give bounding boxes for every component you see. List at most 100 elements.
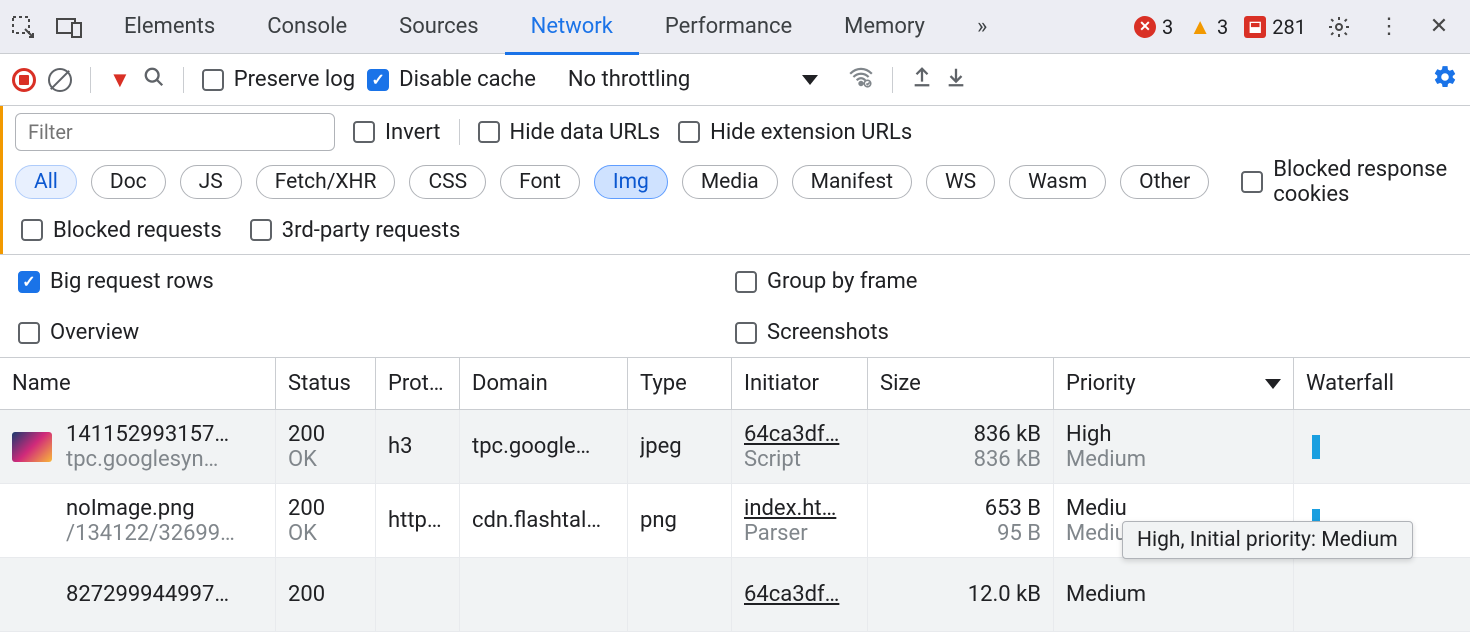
filter-options-row: Blocked requests 3rd-party requests <box>0 206 1470 254</box>
screenshots-checkbox[interactable]: Screenshots <box>735 320 889 345</box>
blocked-requests-checkbox[interactable]: Blocked requests <box>21 218 222 243</box>
cell-initiator: index.ht…Parser <box>732 484 868 557</box>
separator <box>892 67 893 93</box>
invert-checkbox[interactable]: Invert <box>353 120 441 145</box>
tab-sources[interactable]: Sources <box>373 0 505 54</box>
col-initiator[interactable]: Initiator <box>732 358 868 409</box>
cell-status: 200OK <box>276 484 376 557</box>
search-icon[interactable] <box>143 66 165 94</box>
filter-doc[interactable]: Doc <box>91 165 166 199</box>
sort-desc-icon <box>1265 379 1281 389</box>
resource-type-filters: All Doc JS Fetch/XHR CSS Font Img Media … <box>0 158 1470 206</box>
cell-name: 827299944997… <box>0 558 276 631</box>
throttling-select[interactable]: No throttling <box>548 67 710 92</box>
device-toggle-icon[interactable] <box>46 0 92 54</box>
inspect-icon[interactable] <box>0 0 46 54</box>
filter-fetch-xhr[interactable]: Fetch/XHR <box>256 165 396 199</box>
separator <box>459 119 460 145</box>
issues-badge[interactable]: ⬓281 <box>1238 15 1312 39</box>
panel-settings-gear-icon[interactable] <box>1432 64 1458 96</box>
filter-ws[interactable]: WS <box>926 165 995 199</box>
cell-protocol <box>376 558 460 631</box>
panel-tabs: Elements Console Sources Network Perform… <box>98 0 1013 54</box>
record-button[interactable] <box>12 68 36 92</box>
network-conditions-icon[interactable] <box>848 64 874 96</box>
cell-status: 200OK <box>276 410 376 483</box>
filter-manifest[interactable]: Manifest <box>792 165 912 199</box>
cell-priority: Medium <box>1054 558 1294 631</box>
disable-cache-checkbox[interactable]: Disable cache <box>367 67 536 92</box>
clear-icon[interactable] <box>48 68 72 92</box>
col-size[interactable]: Size <box>868 358 1054 409</box>
tab-elements[interactable]: Elements <box>98 0 241 54</box>
import-har-icon[interactable] <box>945 65 967 95</box>
waterfall-bar <box>1312 435 1320 459</box>
filter-bar: Invert Hide data URLs Hide extension URL… <box>0 106 1470 158</box>
view-options-2: Overview Screenshots <box>0 308 1470 358</box>
kebab-icon[interactable]: ⋮ <box>1366 0 1412 54</box>
export-har-icon[interactable] <box>911 65 933 95</box>
priority-tooltip: High, Initial priority: Medium <box>1122 521 1413 559</box>
tab-memory[interactable]: Memory <box>818 0 951 54</box>
cell-domain: tpc.google… <box>460 410 628 483</box>
thumbnail-icon <box>12 432 52 462</box>
tab-console[interactable]: Console <box>241 0 373 54</box>
col-protocol[interactable]: Prot… <box>376 358 460 409</box>
cell-type <box>628 558 732 631</box>
devtools-tab-bar: Elements Console Sources Network Perform… <box>0 0 1470 54</box>
close-icon[interactable]: ✕ <box>1416 0 1462 54</box>
view-options-1: Big request rows Group by frame <box>0 254 1470 308</box>
blocked-cookies-checkbox[interactable]: Blocked response cookies <box>1241 157 1458 207</box>
filter-icon[interactable]: ▼ <box>109 67 131 93</box>
cell-size: 653 B95 B <box>868 484 1054 557</box>
table-row[interactable]: 827299944997… 200 64ca3df… 12.0 kB Mediu… <box>0 558 1470 632</box>
cell-type: png <box>628 484 732 557</box>
filter-media[interactable]: Media <box>682 165 778 199</box>
third-party-checkbox[interactable]: 3rd-party requests <box>250 218 461 243</box>
cell-type: jpeg <box>628 410 732 483</box>
overview-checkbox[interactable]: Overview <box>18 320 139 345</box>
filter-other[interactable]: Other <box>1120 165 1209 199</box>
cell-name: 141152993157…tpc.googlesyn… <box>0 410 276 483</box>
cell-status: 200 <box>276 558 376 631</box>
col-priority[interactable]: Priority <box>1054 358 1294 409</box>
tab-performance[interactable]: Performance <box>639 0 818 54</box>
col-waterfall[interactable]: Waterfall <box>1294 358 1470 409</box>
filter-font[interactable]: Font <box>500 165 580 199</box>
error-badge[interactable]: ✕3 <box>1128 15 1179 39</box>
separator <box>183 67 184 93</box>
cell-name: noImage.png/134122/32699… <box>0 484 276 557</box>
col-name[interactable]: Name <box>0 358 276 409</box>
chevron-down-icon[interactable] <box>802 75 818 85</box>
cell-domain <box>460 558 628 631</box>
separator <box>90 67 91 93</box>
col-status[interactable]: Status <box>276 358 376 409</box>
filter-wasm[interactable]: Wasm <box>1009 165 1106 199</box>
cell-waterfall <box>1294 410 1470 483</box>
hide-data-urls-checkbox[interactable]: Hide data URLs <box>478 120 661 145</box>
col-domain[interactable]: Domain <box>460 358 628 409</box>
more-tabs-icon[interactable]: » <box>951 0 1013 54</box>
warning-badge[interactable]: ▲3 <box>1183 14 1234 40</box>
table-row[interactable]: 141152993157…tpc.googlesyn… 200OK h3 tpc… <box>0 410 1470 484</box>
cell-protocol: h3 <box>376 410 460 483</box>
filter-input[interactable] <box>15 113 335 151</box>
cell-protocol: http… <box>376 484 460 557</box>
col-type[interactable]: Type <box>628 358 732 409</box>
hide-ext-urls-checkbox[interactable]: Hide extension URLs <box>678 120 912 145</box>
cell-initiator: 64ca3df…Script <box>732 410 868 483</box>
filter-img[interactable]: Img <box>594 165 668 199</box>
filter-js[interactable]: JS <box>180 165 242 199</box>
filter-all[interactable]: All <box>15 165 77 199</box>
network-toolbar: ▼ Preserve log Disable cache No throttli… <box>0 54 1470 106</box>
big-rows-checkbox[interactable]: Big request rows <box>18 269 214 294</box>
gear-icon[interactable] <box>1316 0 1362 54</box>
cell-priority: HighMedium <box>1054 410 1294 483</box>
group-by-frame-checkbox[interactable]: Group by frame <box>735 269 917 294</box>
cell-initiator: 64ca3df… <box>732 558 868 631</box>
filter-css[interactable]: CSS <box>409 165 486 199</box>
preserve-log-checkbox[interactable]: Preserve log <box>202 67 355 92</box>
cell-size: 836 kB836 kB <box>868 410 1054 483</box>
tab-network[interactable]: Network <box>505 0 639 54</box>
table-header: Name Status Prot… Domain Type Initiator … <box>0 358 1470 410</box>
